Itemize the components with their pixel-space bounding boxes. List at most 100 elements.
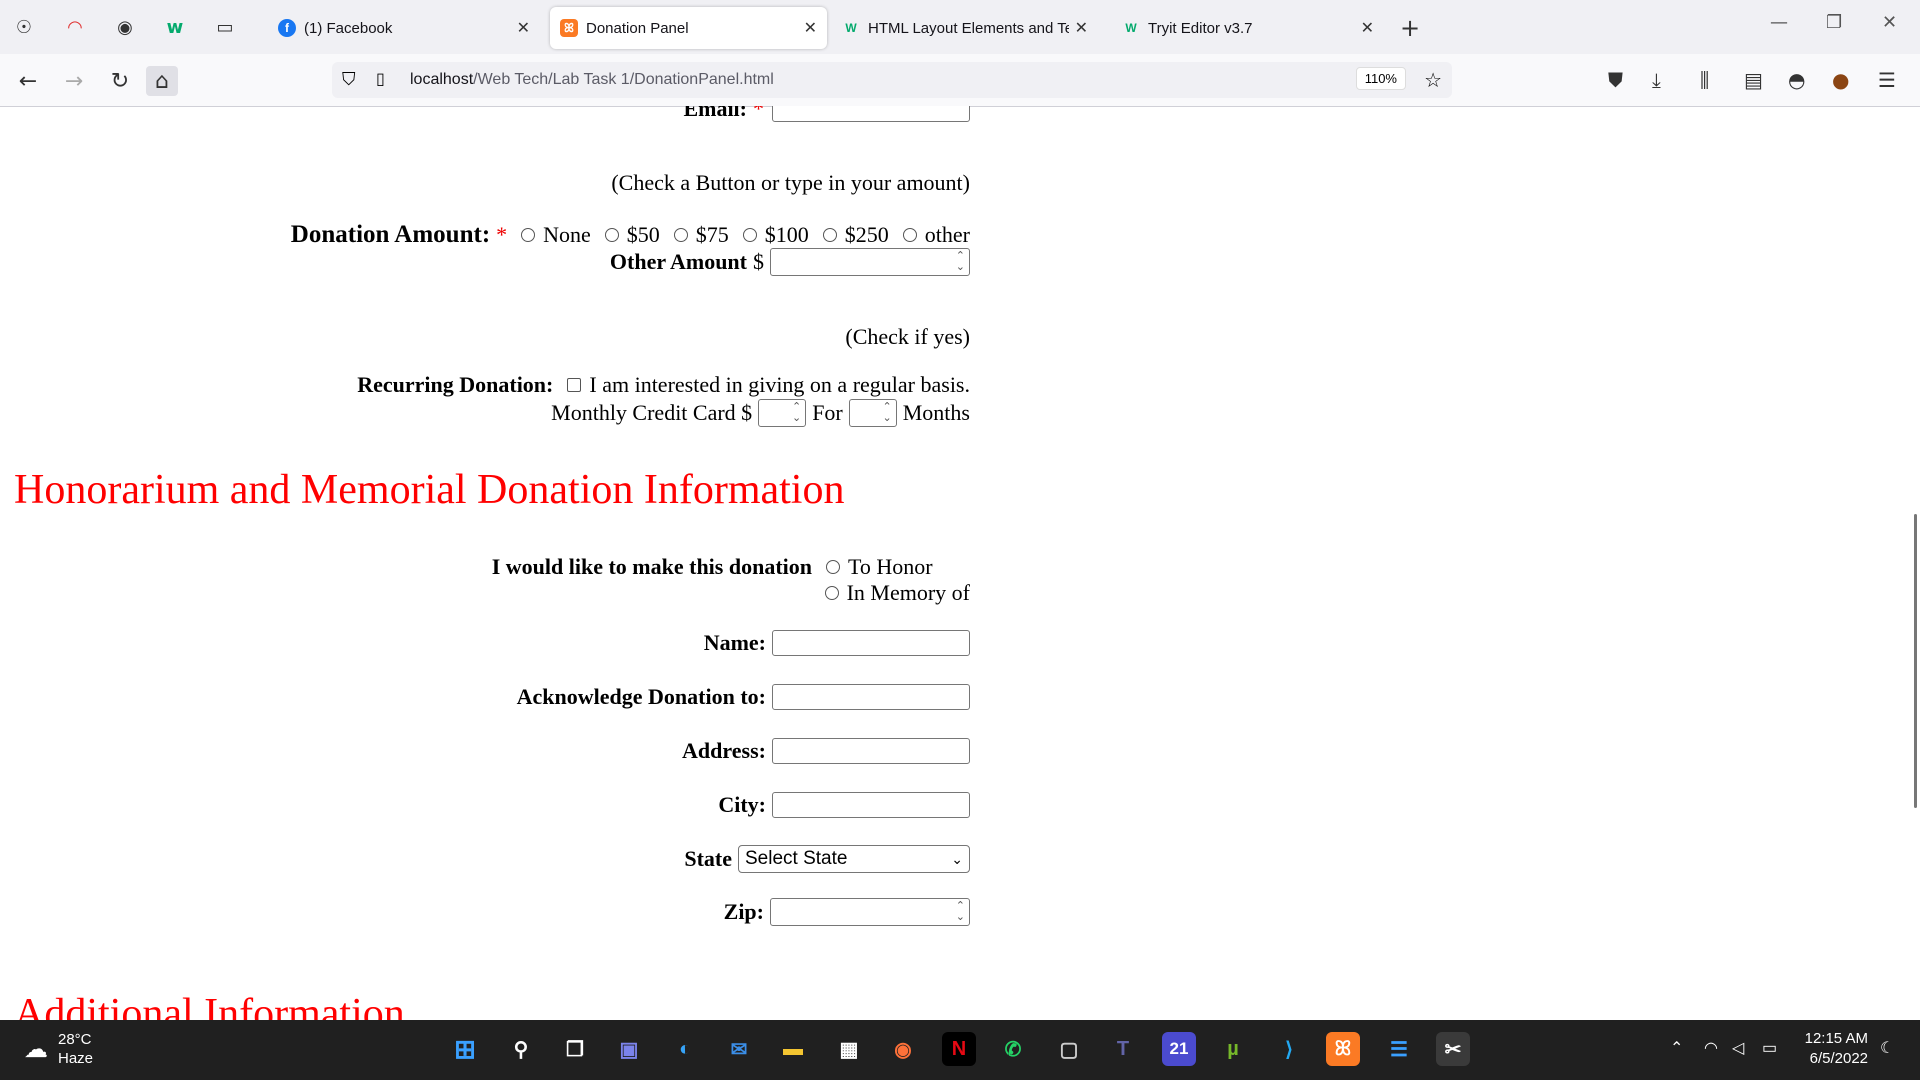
forward-arrow-icon[interactable]: → <box>58 66 90 96</box>
screen-tool-icon[interactable]: ▢ <box>1052 1032 1086 1066</box>
page-scrollbar[interactable] <box>1914 514 1917 808</box>
mail-icon[interactable]: ✉ <box>722 1032 756 1066</box>
city-input[interactable] <box>772 792 970 818</box>
additional-info-heading: Additional Information <box>14 991 405 1020</box>
cookie-icon[interactable]: ● <box>1832 68 1849 92</box>
xampp-icon[interactable]: ꕤ <box>1326 1032 1360 1066</box>
snipping-tool-icon[interactable]: ✂ <box>1436 1032 1470 1066</box>
acknowledge-input[interactable] <box>772 684 970 710</box>
calendar-21-icon[interactable]: 21 <box>1162 1032 1196 1066</box>
tab-tryit-editor[interactable]: W Tryit Editor v3.7 ✕ <box>1112 7 1384 49</box>
amount-radio-other[interactable] <box>902 228 917 242</box>
amount-radio-100[interactable] <box>742 228 757 242</box>
other-amount-input[interactable]: ⌃ ⌄ <box>770 248 970 276</box>
system-clock[interactable]: 12:15 AM 6/5/2022 <box>1805 1029 1868 1069</box>
bookmark-star-icon[interactable]: ☆ <box>1424 68 1442 92</box>
menu-icon[interactable]: ☰ <box>1878 68 1896 92</box>
months-label: Months <box>902 400 970 425</box>
page-info-icon[interactable]: ▯ <box>376 69 385 88</box>
firefox-icon[interactable]: ◉ <box>886 1032 920 1066</box>
amount-radio-none[interactable] <box>521 228 536 242</box>
url-bar[interactable]: ⛉ ▯ localhost/Web Tech/Lab Task 1/Donati… <box>332 62 1452 98</box>
pinned-tab-speedometer-icon[interactable]: ◠ <box>58 10 92 44</box>
task-view-icon[interactable]: ❐ <box>558 1032 592 1066</box>
pinned-tab-tv-icon[interactable]: ▭ <box>208 10 242 44</box>
recurring-hint: (Check if yes) <box>845 324 970 350</box>
tab-facebook[interactable]: f (1) Facebook ✕ <box>268 7 540 49</box>
amount-radio-250[interactable] <box>822 228 837 242</box>
teams-icon[interactable]: T <box>1106 1032 1140 1066</box>
acknowledge-row: Acknowledge Donation to: <box>517 684 970 710</box>
download-icon[interactable]: ⤓ <box>1652 68 1661 92</box>
utorrent-icon[interactable]: µ <box>1216 1032 1250 1066</box>
state-select[interactable]: Select State ⌄ <box>738 845 970 873</box>
zip-input[interactable]: ⌃ ⌄ <box>770 898 970 926</box>
url-text[interactable]: localhost/Web Tech/Lab Task 1/DonationPa… <box>410 71 774 89</box>
library-icon[interactable]: ⫼ <box>1700 68 1709 92</box>
pocket-icon[interactable]: ⛊ <box>1608 68 1623 92</box>
spinner-icon[interactable]: ⌃ ⌄ <box>792 402 801 424</box>
tab-html-layout[interactable]: W HTML Layout Elements and Tec ✕ <box>832 7 1098 49</box>
vscode-icon[interactable]: ⟩ <box>1272 1032 1306 1066</box>
recurring-checkbox[interactable] <box>567 378 582 392</box>
amount-option-label: $250 <box>844 222 889 247</box>
amount-radio-50[interactable] <box>604 228 619 242</box>
pinned-tab-w3schools-icon[interactable]: w <box>158 10 192 44</box>
amount-option-label: None <box>543 222 591 247</box>
netflix-icon[interactable]: N <box>942 1032 976 1066</box>
extension-icon[interactable]: ◓ <box>1788 68 1805 92</box>
donation-amount-label: Donation Amount: <box>290 221 491 248</box>
notepad-icon[interactable]: ☰ <box>1382 1032 1416 1066</box>
spinner-icon[interactable]: ⌃ ⌄ <box>956 901 965 923</box>
back-arrow-icon[interactable]: ← <box>12 66 44 96</box>
search-icon[interactable]: ⚲ <box>504 1032 538 1066</box>
zoom-level[interactable]: 110% <box>1355 67 1406 90</box>
url-host: localhost <box>410 71 474 88</box>
email-label: Email: <box>683 106 747 121</box>
file-explorer-icon[interactable]: ▬ <box>776 1032 810 1066</box>
facebook-icon: f <box>278 19 296 37</box>
close-icon[interactable]: ✕ <box>1075 18 1088 38</box>
close-icon[interactable]: ✕ <box>1361 18 1374 38</box>
in-memory-radio[interactable] <box>824 586 839 600</box>
name-input[interactable] <box>772 630 970 656</box>
home-icon[interactable]: ⌂ <box>146 66 178 96</box>
sidebar-icon[interactable]: ▤ <box>1744 68 1763 92</box>
store-icon[interactable]: ▦ <box>832 1032 866 1066</box>
minimize-icon[interactable]: — <box>1770 12 1788 33</box>
amount-hint-text: (Check a Button or type in your amount) <box>611 170 970 195</box>
in-memory-label: In Memory of <box>846 580 970 605</box>
shield-icon[interactable]: ⛉ <box>342 69 356 90</box>
battery-icon[interactable]: ▭ <box>1762 1038 1777 1058</box>
calendar-badge: 21 <box>1169 1039 1189 1058</box>
close-icon[interactable]: ✕ <box>517 18 530 38</box>
wifi-icon[interactable]: ◠ <box>1704 1038 1718 1058</box>
address-input[interactable] <box>772 738 970 764</box>
pinned-tab-profile-icon[interactable]: ☉ <box>7 10 41 44</box>
windows-start-icon[interactable]: ⊞ <box>448 1032 482 1066</box>
new-tab-plus-icon[interactable]: + <box>1400 14 1420 42</box>
close-icon[interactable]: ✕ <box>804 18 817 38</box>
spinner-icon[interactable]: ⌃ ⌄ <box>956 251 965 273</box>
chat-icon[interactable]: ▣ <box>612 1032 646 1066</box>
chevron-up-icon[interactable]: ⌃ <box>1670 1038 1683 1058</box>
tab-donation-panel[interactable]: ꕤ Donation Panel ✕ <box>550 7 827 49</box>
reload-icon[interactable]: ↻ <box>104 66 136 96</box>
restore-icon[interactable]: ❐ <box>1826 12 1842 33</box>
notification-icon[interactable]: ☾ <box>1880 1038 1894 1058</box>
volume-icon[interactable]: ◁ <box>1732 1038 1744 1058</box>
months-input[interactable]: ⌃ ⌄ <box>848 399 897 427</box>
amount-radio-75[interactable] <box>673 228 688 242</box>
edge-icon[interactable]: ◐ <box>668 1032 702 1066</box>
weather-widget[interactable]: ☁ 28°C Haze <box>24 1030 93 1068</box>
spinner-icon[interactable]: ⌃ ⌄ <box>883 402 892 424</box>
whatsapp-icon[interactable]: ✆ <box>996 1032 1030 1066</box>
required-mark: * <box>753 106 764 121</box>
monthly-amount-input[interactable]: ⌃ ⌄ <box>758 399 807 427</box>
pinned-tab-chrome-icon[interactable]: ◉ <box>108 10 142 44</box>
in-memory-row: In Memory of <box>811 580 970 606</box>
window-close-icon[interactable]: ✕ <box>1882 12 1897 33</box>
email-input[interactable] <box>772 106 970 122</box>
recurring-text: I am interested in giving on a regular b… <box>589 372 970 397</box>
to-honor-radio[interactable] <box>826 560 840 574</box>
